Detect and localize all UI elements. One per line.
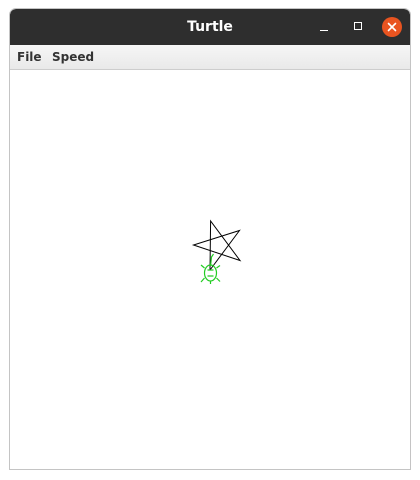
menu-speed[interactable]: Speed — [52, 45, 94, 69]
drawing-canvas[interactable] — [10, 70, 410, 469]
menu-bar: File Speed — [10, 45, 410, 70]
close-icon[interactable] — [382, 17, 402, 37]
maximize-icon[interactable] — [349, 17, 369, 37]
menu-file[interactable]: File — [17, 45, 42, 69]
title-bar[interactable]: Turtle — [10, 9, 410, 45]
star-drawing — [191, 219, 242, 271]
minimize-icon[interactable] — [314, 17, 334, 37]
turtle-window: Turtle File Speed — [9, 8, 411, 470]
drawing-surface — [191, 219, 242, 284]
